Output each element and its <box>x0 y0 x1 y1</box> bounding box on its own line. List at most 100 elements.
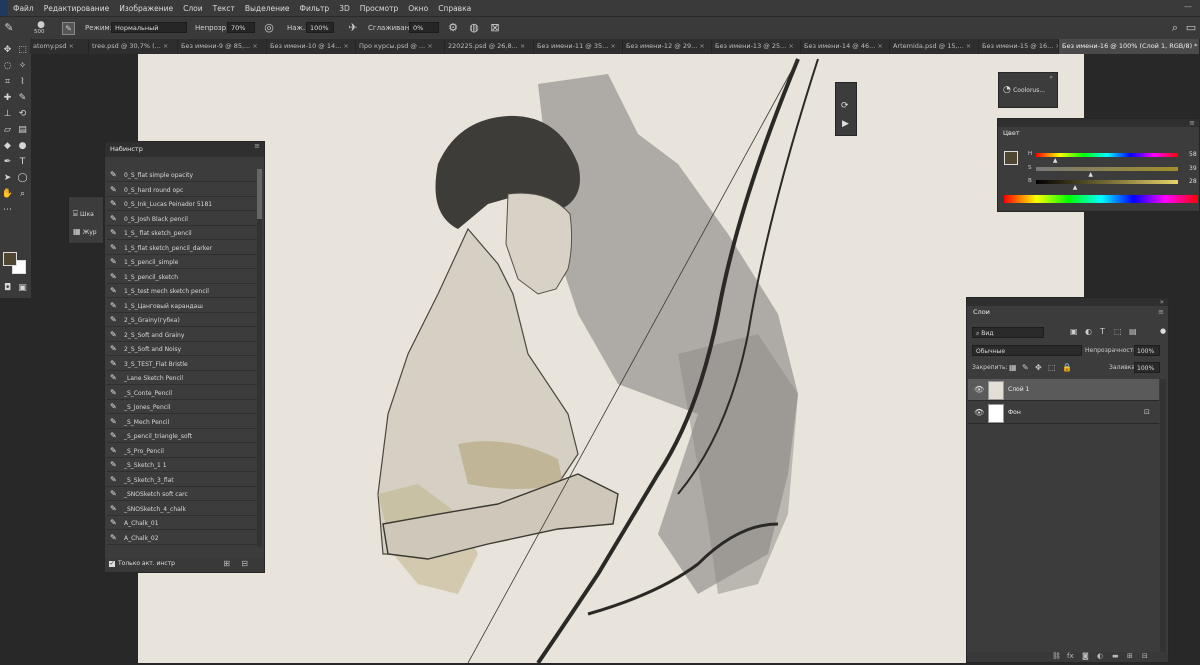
menu-help[interactable]: Справка <box>433 4 476 13</box>
panel-menu-icon[interactable]: ≡ <box>1158 308 1164 316</box>
photoshop-logo-icon[interactable] <box>0 0 8 16</box>
close-icon[interactable]: × <box>68 42 73 50</box>
spectrum-bar[interactable] <box>1004 195 1198 203</box>
brush-settings-icon[interactable]: ✎ <box>62 22 75 35</box>
gradient-tool-icon[interactable]: ▤ <box>16 124 29 137</box>
brush-preset-item[interactable]: ✎ 2_S_Soft and Grainy <box>107 329 257 342</box>
tab-document[interactable]: atomy.psd × <box>30 39 89 54</box>
layers-scrollbar[interactable] <box>1160 379 1166 654</box>
brush-preset-item[interactable]: ✎ 3_S_TEST_Flat Bristle <box>107 358 257 371</box>
pen-tool-icon[interactable]: ✒ <box>1 156 14 169</box>
brush-preset-item[interactable]: ✎ 1_S_Цанговый карандаш <box>107 300 257 313</box>
eraser-tool-icon[interactable]: ▱ <box>1 124 14 137</box>
lock-all-icon[interactable]: 🔒 <box>1062 363 1072 372</box>
tab-document[interactable]: Без имени-10 @ 14... × <box>267 39 356 54</box>
tab-document[interactable]: tree.psd @ 30,7% (... × <box>89 39 178 54</box>
tab-document[interactable]: Про курсы.psd @ ... × <box>356 39 445 54</box>
brush-preset-item[interactable]: ✎ 0_S_Josh Black pencil <box>107 213 257 226</box>
new-preset-icon[interactable]: ⊞ <box>223 559 230 568</box>
fx-icon[interactable]: fx <box>1067 652 1074 660</box>
stamp-tool-icon[interactable]: ⊥ <box>1 108 14 121</box>
current-tool-checkbox[interactable]: ✓ <box>109 561 115 567</box>
close-icon[interactable]: × <box>252 42 257 50</box>
slider-value[interactable]: 58 <box>1189 151 1197 158</box>
brush-preset-item[interactable]: ✎ _S_Sketch_1 1 <box>107 459 257 472</box>
eye-icon[interactable]: 👁 <box>974 385 984 394</box>
eyedropper-tool-icon[interactable]: ⌇ <box>16 76 29 89</box>
panel-menu-icon[interactable]: ≡ <box>1189 119 1195 127</box>
zoom-tool-icon[interactable]: ⌕ <box>16 188 29 201</box>
pressure-field[interactable]: 100% <box>306 22 334 33</box>
layer-filter-select[interactable]: ⌕ Вид <box>972 327 1044 338</box>
menu-3d[interactable]: 3D <box>334 4 355 13</box>
trash-icon[interactable]: ⊟ <box>241 559 248 568</box>
slider-thumb[interactable]: ▲ <box>1088 171 1093 178</box>
smoothing-field[interactable]: 0% <box>409 22 439 33</box>
brush-preset-item[interactable]: ✎ 1_S_test mech sketch pencil <box>107 285 257 298</box>
eye-icon[interactable]: 👁 <box>974 408 984 417</box>
filter-type-icon[interactable]: T <box>1100 327 1105 336</box>
tab-document[interactable]: Без имени-15 @ 16...× <box>979 39 1059 54</box>
close-icon[interactable]: × <box>966 42 971 50</box>
adjustment-layer-icon[interactable]: ◐ <box>1097 652 1103 660</box>
tab-layers[interactable]: Слои <box>973 308 990 316</box>
tab-document[interactable]: Без имени-13 @ 25... × <box>712 39 801 54</box>
layer-name[interactable]: Фон <box>1008 409 1021 416</box>
lock-transparent-icon[interactable]: ▦ <box>1009 363 1017 372</box>
menu-edit[interactable]: Редактирование <box>39 4 114 13</box>
workspace-icon[interactable]: ▭ <box>1184 21 1198 35</box>
brush-preset-item[interactable]: ✎ _SNOSketch_4_chalk <box>107 503 257 516</box>
mini-panel-item[interactable]: ⌸ Шка <box>73 209 103 221</box>
saturation-gradient-track[interactable] <box>1036 167 1178 171</box>
brush-preset-item[interactable]: ✎ 1_S_pencil_sketch <box>107 271 257 284</box>
airbrush-icon[interactable]: ✈ <box>346 21 360 35</box>
folder-icon[interactable]: ▬ <box>1112 652 1119 660</box>
mini-panel-item[interactable]: ▦ Жур <box>73 227 103 239</box>
layer-thumbnail[interactable] <box>988 381 1004 400</box>
lock-pixels-icon[interactable]: ✎ <box>1022 363 1029 372</box>
tab-color[interactable]: Цвет <box>1003 129 1020 137</box>
brush-preset-item[interactable]: ✎ A_Chalk_02 <box>107 532 257 545</box>
ellipse-tool-icon[interactable]: ◯ <box>16 172 29 185</box>
opacity-field[interactable]: 70% <box>227 22 255 33</box>
layer-opacity-field[interactable]: 100% <box>1134 345 1160 356</box>
menu-view[interactable]: Просмотр <box>355 4 404 13</box>
tab-document[interactable]: Без имени-11 @ 35... × <box>534 39 623 54</box>
hand-tool-icon[interactable]: ✋ <box>1 188 14 201</box>
menu-image[interactable]: Изображение <box>114 4 178 13</box>
close-icon[interactable]: × <box>343 42 348 50</box>
dodge-tool-icon[interactable]: ● <box>16 140 29 153</box>
brush-preset-item[interactable]: ✎ 2_S_Grainy(губка) <box>107 314 257 327</box>
brush-preset-item[interactable]: ✎ 0_S_hard round opc <box>107 184 257 197</box>
collapse-icon[interactable]: » <box>1160 298 1164 306</box>
menu-select[interactable]: Выделение <box>240 4 295 13</box>
brush-preset-item[interactable]: ✎ _S_Conte_Pencil <box>107 387 257 400</box>
close-icon[interactable]: × <box>520 42 525 50</box>
mask-icon[interactable]: ◙ <box>1082 652 1089 660</box>
new-layer-icon[interactable]: ⊞ <box>1127 652 1133 660</box>
slider-value[interactable]: 39 <box>1189 165 1197 172</box>
filter-smart-icon[interactable]: ▤ <box>1129 327 1137 336</box>
brush-preset-item[interactable]: ✎ _S_Sketch_3_flat <box>107 474 257 487</box>
panel-tab-brushes[interactable]: Набинстр ≡ <box>105 142 264 157</box>
filter-shape-icon[interactable]: ⬚ <box>1114 327 1122 336</box>
brush-preset-item[interactable]: ✎ _S_Mech Pencil <box>107 416 257 429</box>
brush-preset-item[interactable]: ✎ _SNOSketch soft carc <box>107 488 257 501</box>
magic-wand-tool-icon[interactable]: ✧ <box>16 60 29 73</box>
pressure-opacity-icon[interactable]: ◎ <box>262 21 276 35</box>
close-icon[interactable]: × <box>427 42 432 50</box>
slider-value[interactable]: 28 <box>1189 178 1197 185</box>
rotate-icon[interactable]: ⟳ <box>841 101 849 111</box>
move-tool-icon[interactable]: ✥ <box>1 44 14 57</box>
brush-tool-preset-icon[interactable]: ✎ <box>2 21 16 35</box>
brush-preset-item[interactable]: ✎ _S_Jones_Pencil <box>107 401 257 414</box>
blur-tool-icon[interactable]: ◆ <box>1 140 14 153</box>
path-select-tool-icon[interactable]: ➤ <box>1 172 14 185</box>
scrollbar-thumb[interactable] <box>257 169 262 219</box>
quick-mask-icon[interactable]: ◘ <box>1 282 14 295</box>
gear-icon[interactable]: ⚙ <box>446 21 460 35</box>
close-icon[interactable]: × <box>610 42 615 50</box>
brush-preset-item[interactable]: ✎ _Lane Sketch Pencil <box>107 372 257 385</box>
tab-document[interactable]: 220225.psd @ 26,8... × <box>445 39 534 54</box>
tab-document[interactable]: Без имени-14 @ 46... × <box>801 39 890 54</box>
